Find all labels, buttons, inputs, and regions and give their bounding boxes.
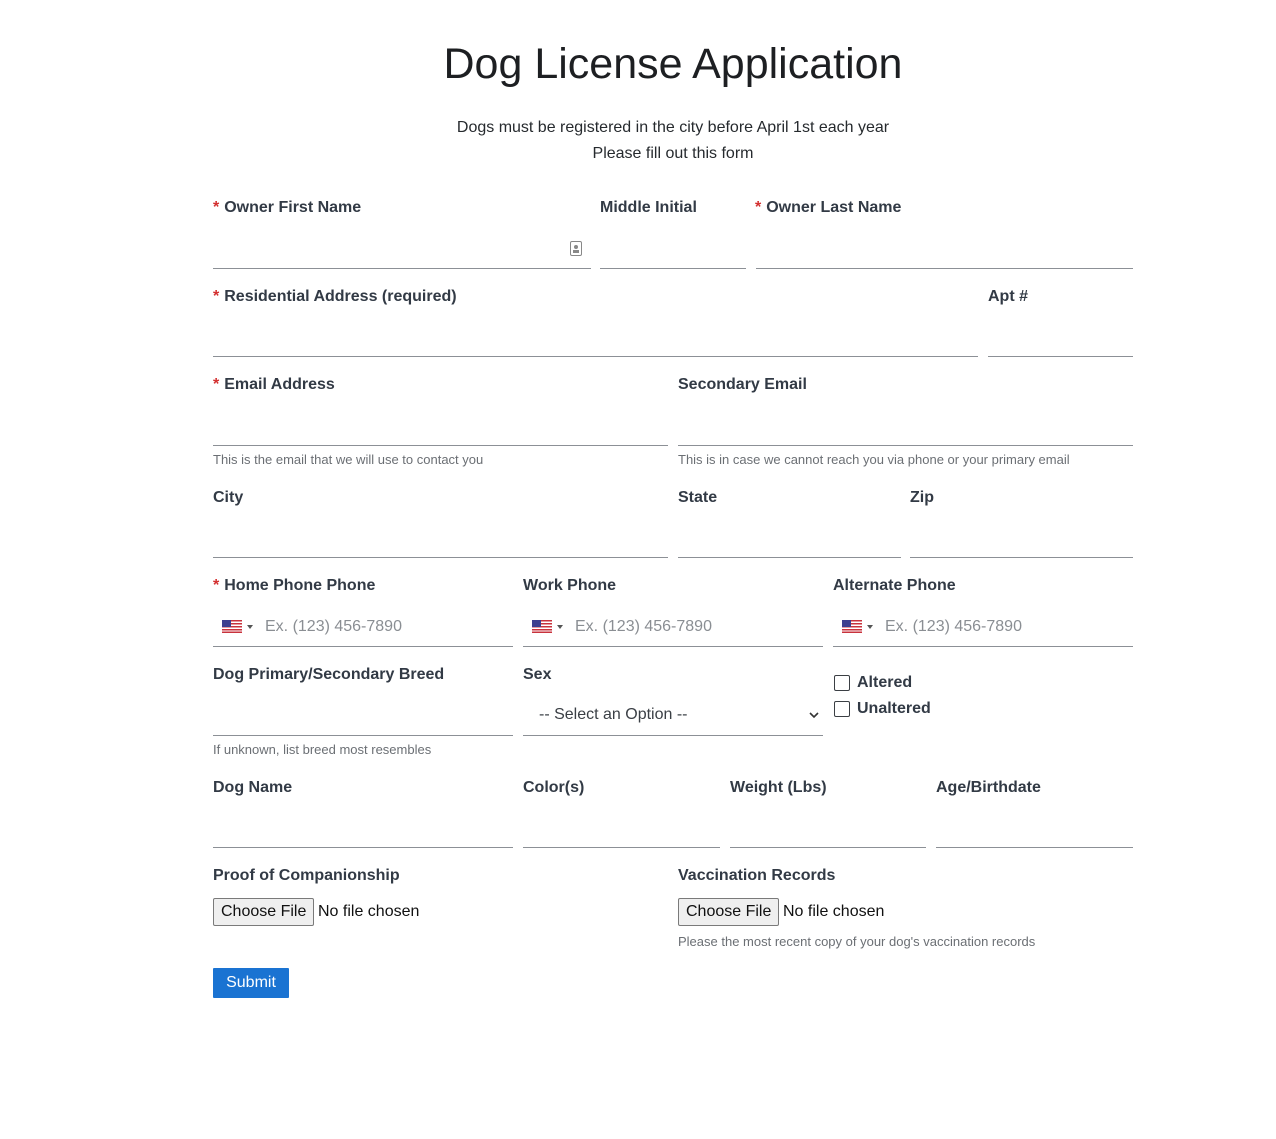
secondary-email-input[interactable]: [678, 415, 1133, 439]
zip-input[interactable]: [910, 527, 1133, 551]
owner-first-name-label: * Owner First Name: [213, 199, 362, 216]
dog-name-label: Dog Name: [213, 779, 293, 796]
alternate-phone-input[interactable]: [885, 616, 1125, 638]
apt-label: Apt #: [988, 288, 1028, 305]
breed-help-text: If unknown, list breed most resembles: [213, 742, 432, 757]
required-mark: *: [213, 577, 220, 594]
proof-choose-file-button[interactable]: Choose File: [213, 898, 315, 926]
city-input[interactable]: [213, 527, 668, 551]
email-input[interactable]: [213, 415, 668, 439]
alternate-phone-underline: [833, 646, 1133, 647]
required-mark: *: [213, 199, 220, 216]
us-flag-icon[interactable]: [222, 620, 242, 633]
page-title: Dog License Application: [443, 40, 903, 88]
subtitle-line-1: Dogs must be registered in the city befo…: [456, 119, 890, 136]
dog-name-underline: [213, 847, 513, 848]
country-dropdown-caret-icon[interactable]: [557, 625, 563, 629]
owner-last-name-label: * Owner Last Name: [755, 199, 902, 216]
city-label: City: [213, 489, 244, 506]
secondary-email-label: Secondary Email: [678, 376, 807, 393]
work-phone-label: Work Phone: [523, 577, 617, 594]
vaccination-choose-file-button[interactable]: Choose File: [678, 898, 780, 926]
sex-select-value: -- Select an Option --: [539, 706, 688, 723]
secondary-email-underline: [678, 445, 1133, 446]
required-mark: *: [213, 288, 220, 305]
middle-initial-input[interactable]: [600, 238, 746, 262]
unaltered-label: Unaltered: [857, 700, 931, 717]
breed-underline: [213, 735, 513, 736]
age-underline: [936, 847, 1133, 848]
home-phone-label: * Home Phone Phone: [213, 577, 376, 594]
owner-last-name-underline: [756, 268, 1133, 269]
zip-underline: [910, 557, 1133, 558]
weight-underline: [730, 847, 926, 848]
work-phone-input[interactable]: [575, 616, 815, 638]
dog-name-input[interactable]: [213, 817, 513, 841]
country-dropdown-caret-icon[interactable]: [247, 625, 253, 629]
colors-input[interactable]: [523, 817, 720, 841]
owner-last-name-input[interactable]: [756, 238, 1133, 262]
proof-file-status: No file chosen: [318, 903, 420, 920]
colors-label: Color(s): [523, 779, 585, 796]
weight-input[interactable]: [730, 817, 926, 841]
home-phone-input[interactable]: [265, 616, 505, 638]
state-input[interactable]: [678, 527, 901, 551]
residential-address-underline: [213, 356, 978, 357]
breed-input[interactable]: [213, 705, 513, 729]
subtitle-line-2: Please fill out this form: [592, 145, 754, 162]
us-flag-icon[interactable]: [532, 620, 552, 633]
age-label: Age/Birthdate: [936, 779, 1041, 796]
age-input[interactable]: [936, 817, 1133, 841]
state-label: State: [678, 489, 718, 506]
us-flag-icon[interactable]: [842, 620, 862, 633]
residential-address-input[interactable]: [213, 326, 978, 350]
middle-initial-underline: [600, 268, 746, 269]
sex-label: Sex: [523, 666, 552, 683]
country-dropdown-caret-icon[interactable]: [867, 625, 873, 629]
residential-address-label: * Residential Address (required): [213, 288, 457, 305]
proof-label: Proof of Companionship: [213, 867, 400, 884]
weight-label: Weight (Lbs): [730, 779, 827, 796]
submit-button[interactable]: Submit: [213, 968, 289, 998]
required-mark: *: [755, 199, 762, 216]
owner-first-name-input[interactable]: [213, 238, 563, 262]
city-underline: [213, 557, 668, 558]
contact-card-icon[interactable]: [570, 241, 582, 256]
unaltered-checkbox[interactable]: [834, 701, 850, 717]
vaccination-help-text: Please the most recent copy of your dog'…: [678, 934, 1036, 949]
vaccination-label: Vaccination Records: [678, 867, 836, 884]
altered-label: Altered: [857, 674, 913, 691]
sex-underline: [523, 735, 823, 736]
email-underline: [213, 445, 668, 446]
owner-first-name-underline: [213, 268, 591, 269]
email-label: * Email Address: [213, 376, 335, 393]
required-mark: *: [213, 376, 220, 393]
sex-select[interactable]: -- Select an Option --: [523, 700, 823, 736]
vaccination-file-status: No file chosen: [783, 903, 885, 920]
apt-input[interactable]: [988, 326, 1133, 350]
middle-initial-label: Middle Initial: [600, 199, 697, 216]
secondary-email-help-text: This is in case we cannot reach you via …: [678, 452, 1070, 467]
work-phone-underline: [523, 646, 823, 647]
zip-label: Zip: [910, 489, 934, 506]
alternate-phone-label: Alternate Phone: [833, 577, 956, 594]
home-phone-underline: [213, 646, 513, 647]
email-help-text: This is the email that we will use to co…: [213, 452, 484, 467]
altered-checkbox[interactable]: [834, 675, 850, 691]
colors-underline: [523, 847, 720, 848]
state-underline: [678, 557, 901, 558]
breed-label: Dog Primary/Secondary Breed: [213, 666, 445, 683]
chevron-down-icon: [809, 712, 819, 719]
apt-underline: [988, 356, 1133, 357]
